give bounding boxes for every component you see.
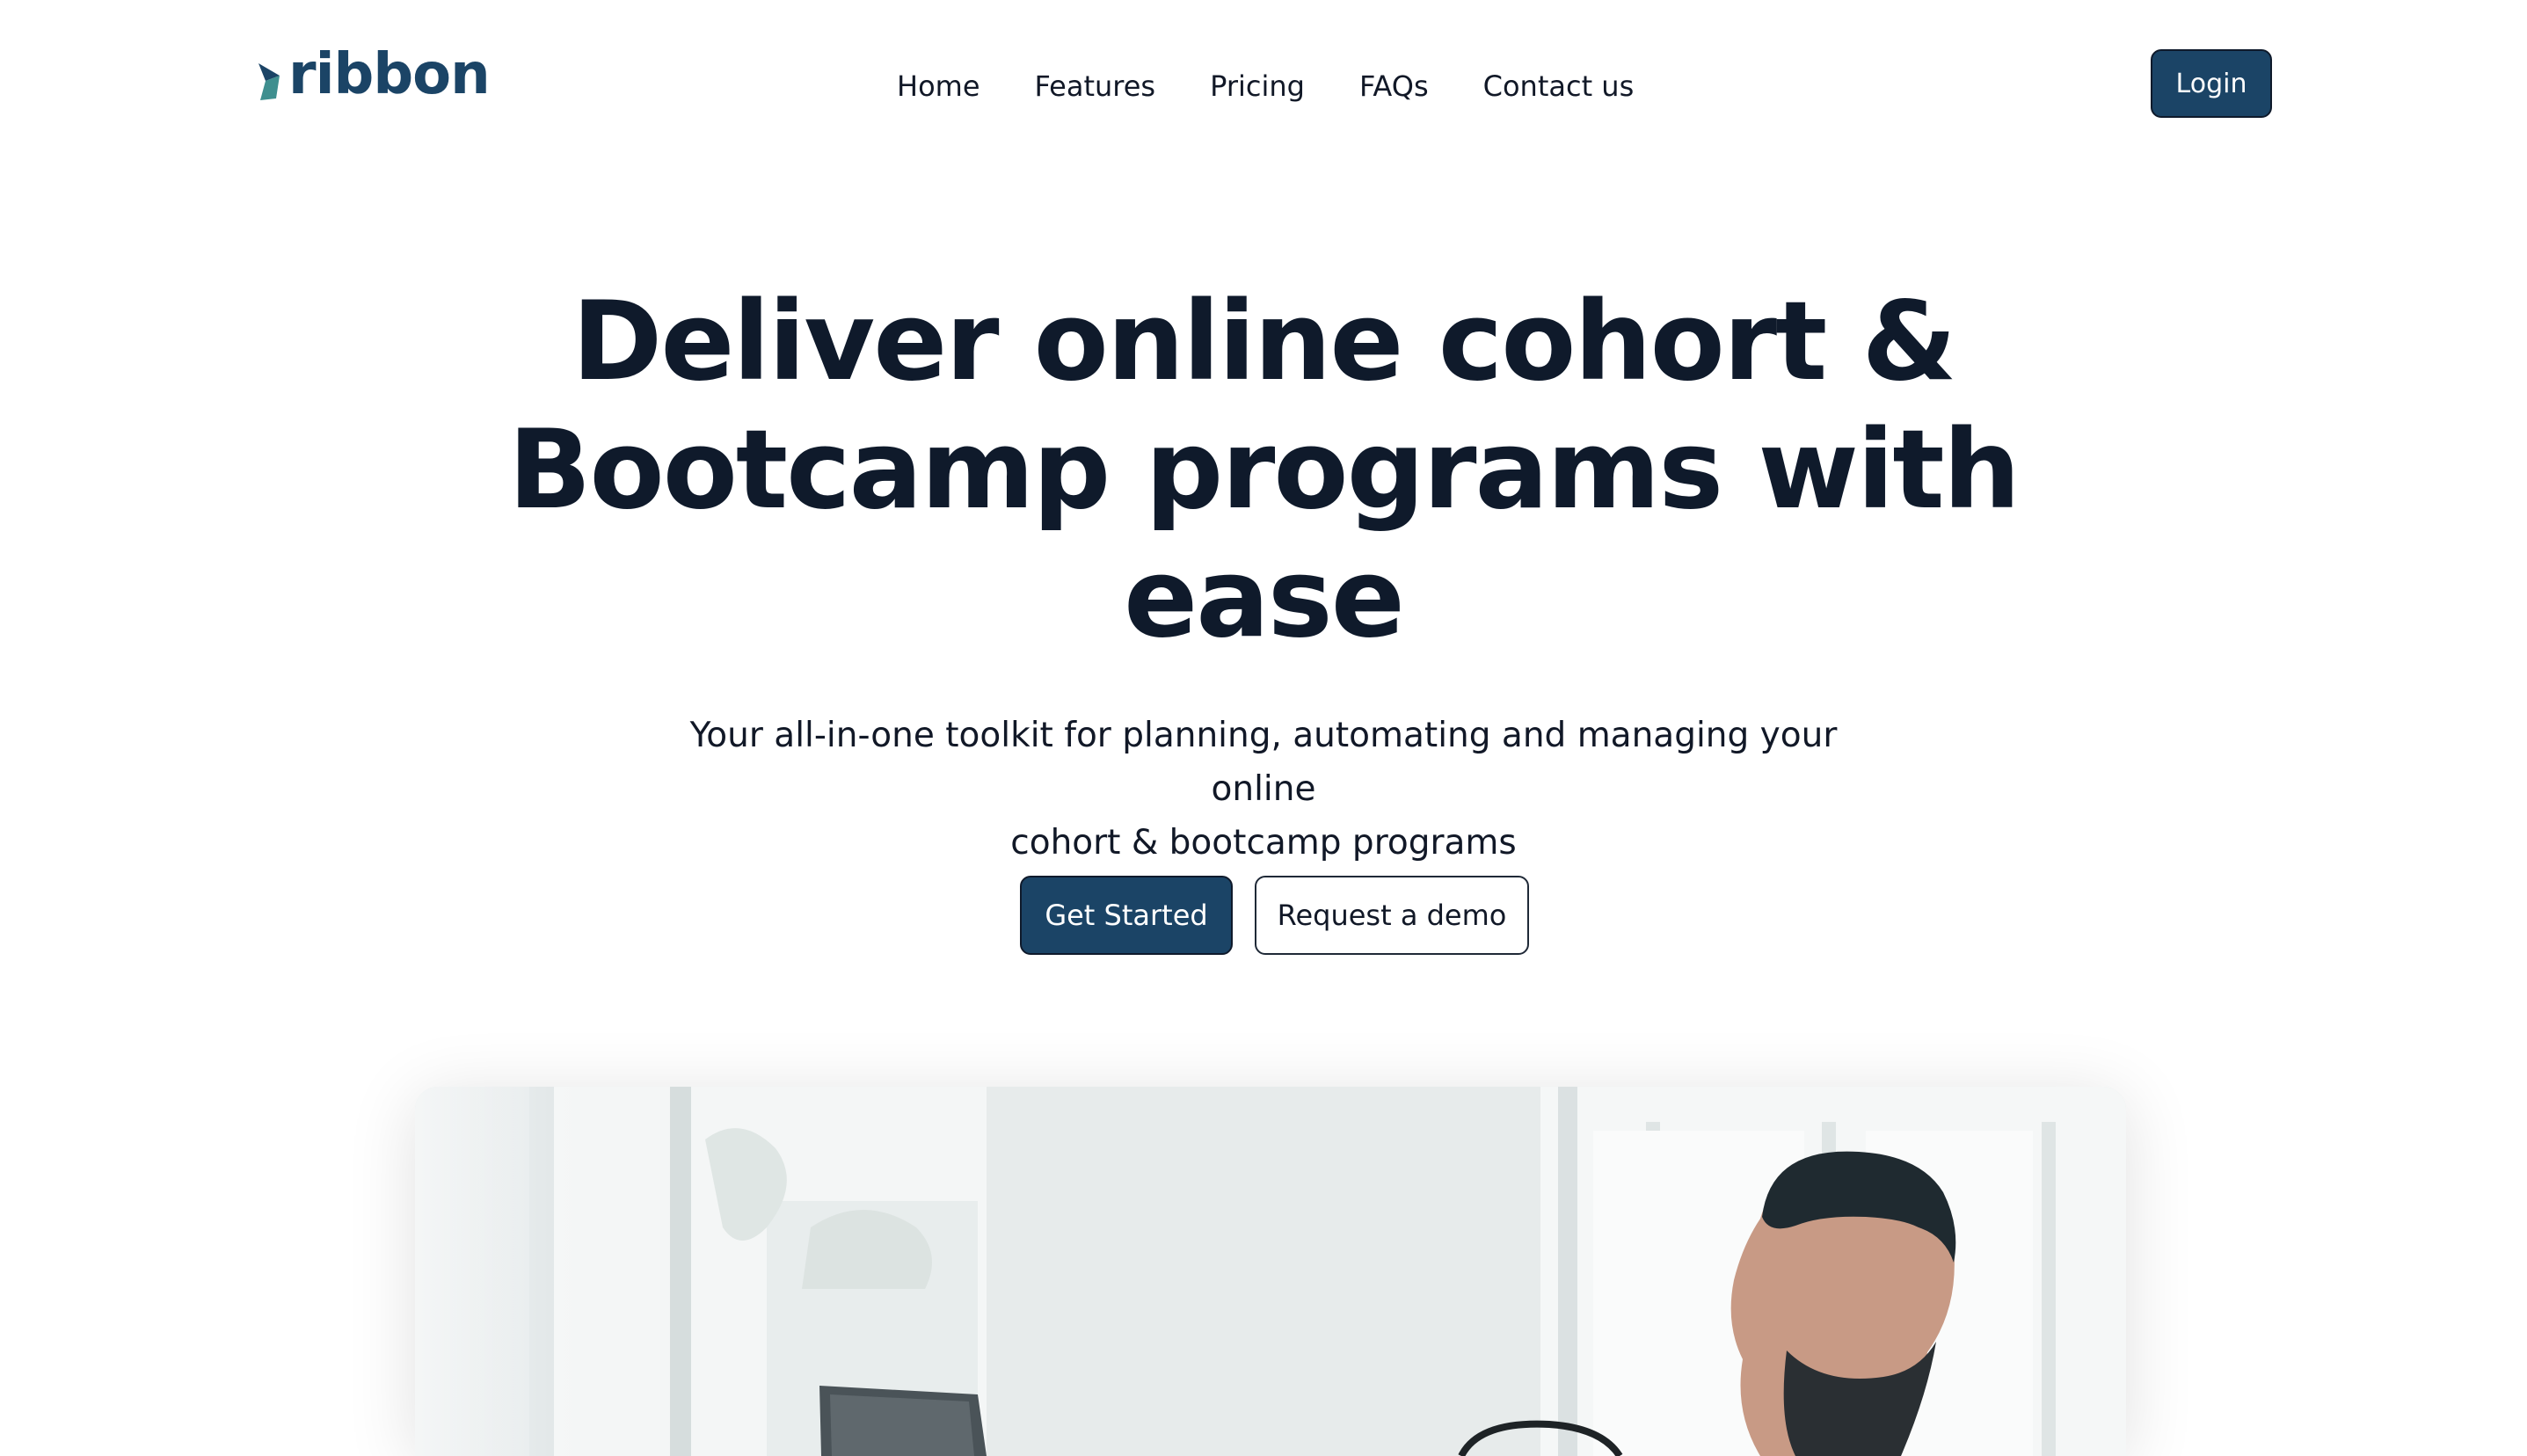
hero-subtitle: Your all-in-one toolkit for planning, au… bbox=[648, 709, 1879, 870]
hero-title-line: Bootcamp programs with bbox=[508, 407, 2021, 534]
brand-logo[interactable]: ribbon bbox=[257, 42, 491, 107]
hero-photo-illustration bbox=[415, 1087, 2126, 1456]
nav-item-home[interactable]: Home bbox=[897, 69, 980, 103]
brand-name: ribbon bbox=[288, 42, 491, 107]
hero-subtitle-line: cohort & bootcamp programs bbox=[1010, 823, 1517, 863]
main-nav: Home Features Pricing FAQs Contact us bbox=[897, 62, 1634, 111]
nav-item-faqs[interactable]: FAQs bbox=[1359, 69, 1429, 103]
get-started-button[interactable]: Get Started bbox=[1020, 876, 1233, 955]
hero-photo bbox=[415, 1087, 2126, 1456]
nav-item-pricing[interactable]: Pricing bbox=[1210, 69, 1305, 103]
login-button[interactable]: Login bbox=[2151, 49, 2272, 118]
request-demo-button[interactable]: Request a demo bbox=[1255, 876, 1529, 955]
hero-title: Deliver online cohort & Bootcamp program… bbox=[0, 278, 2527, 663]
nav-item-contact[interactable]: Contact us bbox=[1483, 69, 1635, 103]
hero-title-line: Deliver online cohort & bbox=[572, 279, 1956, 405]
ribbon-logo-icon bbox=[259, 63, 280, 100]
hero-title-line: ease bbox=[1124, 535, 1405, 662]
nav-item-features[interactable]: Features bbox=[1035, 69, 1156, 103]
hero-subtitle-line: Your all-in-one toolkit for planning, au… bbox=[689, 716, 1838, 809]
site-header: ribbon Home Features Pricing FAQs Contac… bbox=[0, 0, 2527, 167]
